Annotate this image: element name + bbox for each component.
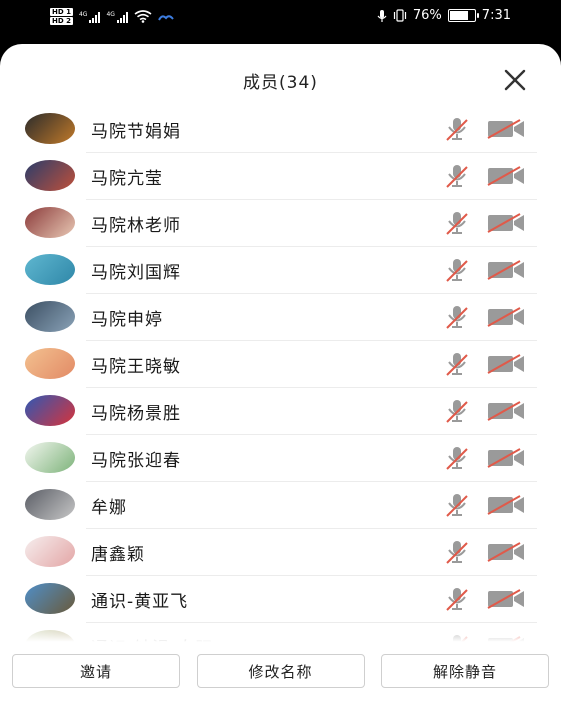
avatar: [25, 536, 75, 567]
mic-muted-icon[interactable]: [445, 445, 469, 471]
member-name: 马院节娟娟: [91, 122, 181, 142]
mic-muted-icon[interactable]: [445, 586, 469, 612]
avatar: [25, 254, 75, 285]
member-name: 马院林老师: [91, 216, 181, 236]
mic-status-icon: [377, 9, 387, 22]
avatar: [25, 301, 75, 332]
member-name: 通识-黄亚飞: [91, 592, 189, 612]
avatar: [25, 395, 75, 426]
mic-muted-icon[interactable]: [445, 116, 469, 142]
close-icon[interactable]: [503, 68, 527, 92]
member-row[interactable]: 马院刘国辉: [0, 247, 561, 294]
dialog-title: 成员(34): [243, 73, 318, 93]
hd2-badge: HD 2: [50, 17, 73, 25]
action-bar: 邀请 修改名称 解除静音: [12, 654, 549, 690]
camera-off-icon[interactable]: [487, 401, 525, 421]
vibrate-icon: [393, 9, 406, 22]
hd1-badge: HD 1: [50, 8, 73, 16]
cloud-icon: [158, 14, 174, 20]
member-row[interactable]: 马院节娟娟: [0, 106, 561, 153]
hd-badges: HD 1 HD 2: [50, 8, 73, 25]
member-list[interactable]: 马院节娟娟马院亢莹马院林老师马院刘国辉马院申婷马院王晓敏马院杨景胜马院张迎春牟娜…: [0, 106, 561, 642]
battery-icon: [447, 9, 479, 22]
camera-off-icon[interactable]: [487, 166, 525, 186]
invite-button[interactable]: 邀请: [12, 654, 180, 688]
camera-off-icon[interactable]: [487, 260, 525, 280]
avatar: [25, 583, 75, 614]
mic-muted-icon[interactable]: [445, 398, 469, 424]
member-name: 牟娜: [91, 498, 127, 518]
avatar: [25, 113, 75, 144]
member-name: 马院杨景胜: [91, 404, 181, 424]
camera-off-icon[interactable]: [487, 354, 525, 374]
camera-off-icon[interactable]: [487, 307, 525, 327]
member-row[interactable]: 马院张迎春: [0, 435, 561, 482]
members-sheet: 成员(34) 马院节娟娟马院亢莹马院林老师马院刘国辉马院申婷马院王晓敏马院杨景胜…: [0, 44, 561, 725]
member-row[interactable]: 马院林老师: [0, 200, 561, 247]
status-bar: HD 1 HD 2 4G 4G 76% 7:31: [0, 0, 561, 34]
mic-muted-icon[interactable]: [445, 163, 469, 189]
avatar: [25, 207, 75, 238]
avatar: [25, 348, 75, 379]
avatar: [25, 160, 75, 191]
member-row[interactable]: 通识-黄亚飞: [0, 576, 561, 623]
clock: 7:31: [481, 8, 511, 23]
camera-off-icon[interactable]: [487, 495, 525, 515]
camera-off-icon[interactable]: [487, 589, 525, 609]
member-name: 马院亢莹: [91, 169, 163, 189]
mic-muted-icon[interactable]: [445, 351, 469, 377]
member-name: 唐鑫颖: [91, 545, 145, 565]
net1-label: 4G: [78, 10, 88, 18]
wifi-icon: [134, 10, 152, 23]
member-row[interactable]: 马院亢莹: [0, 153, 561, 200]
avatar: [25, 442, 75, 473]
camera-off-icon[interactable]: [487, 542, 525, 562]
signal-icon: 4G: [78, 10, 101, 23]
member-row[interactable]: 马院王晓敏: [0, 341, 561, 388]
member-name: 马院张迎春: [91, 451, 181, 471]
mic-muted-icon[interactable]: [445, 210, 469, 236]
member-name: 马院申婷: [91, 310, 163, 330]
member-row[interactable]: 马院杨景胜: [0, 388, 561, 435]
mic-muted-icon[interactable]: [445, 304, 469, 330]
status-right: 76% 7:31: [377, 8, 511, 23]
member-row[interactable]: 唐鑫颖: [0, 529, 561, 576]
net2-label: 4G: [106, 10, 115, 18]
member-name: 马院王晓敏: [91, 357, 181, 377]
signal-icon-2: 4G: [106, 10, 128, 23]
avatar: [25, 489, 75, 520]
list-fade: [0, 622, 561, 644]
mic-muted-icon[interactable]: [445, 257, 469, 283]
camera-off-icon[interactable]: [487, 213, 525, 233]
member-row[interactable]: 牟娜: [0, 482, 561, 529]
member-row[interactable]: 马院申婷: [0, 294, 561, 341]
battery-percent: 76%: [412, 8, 442, 23]
mic-muted-icon[interactable]: [445, 492, 469, 518]
member-name: 马院刘国辉: [91, 263, 181, 283]
status-left: HD 1 HD 2 4G 4G: [50, 8, 174, 25]
rename-button[interactable]: 修改名称: [196, 654, 365, 688]
camera-off-icon[interactable]: [487, 448, 525, 468]
mic-muted-icon[interactable]: [445, 539, 469, 565]
unmute-button[interactable]: 解除静音: [381, 654, 549, 688]
battery-fill: [449, 11, 469, 20]
camera-off-icon[interactable]: [487, 119, 525, 139]
